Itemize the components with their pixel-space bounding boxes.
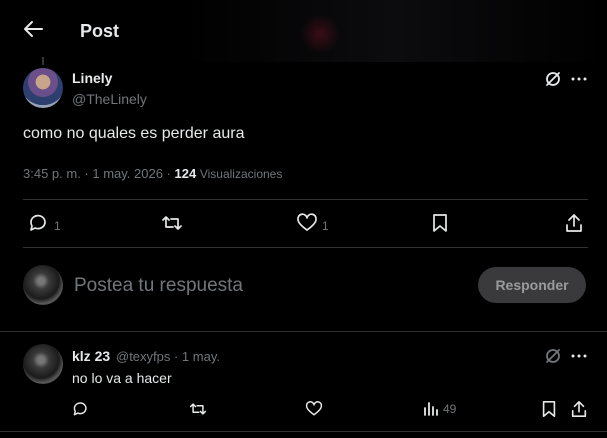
avatar[interactable] (23, 68, 63, 108)
share-icon (570, 400, 588, 418)
reply-count: 1 (54, 219, 61, 233)
back-arrow-icon[interactable] (20, 18, 46, 40)
like-count: 1 (322, 219, 329, 233)
author-name[interactable]: Linely (72, 70, 112, 86)
reply-button[interactable]: Responder (478, 267, 586, 303)
header-background-glow (300, 14, 340, 54)
thread-line (42, 57, 44, 65)
share-action[interactable] (570, 400, 588, 418)
reply-input[interactable]: Postea tu respuesta (74, 275, 243, 297)
share-action[interactable] (564, 213, 584, 233)
post-text: como no quales es perder aura (23, 125, 245, 142)
views-label: Visualizaciones (199, 167, 283, 181)
repost-action[interactable] (189, 400, 207, 418)
divider (0, 331, 607, 332)
author-handle[interactable]: @TheLinely (72, 91, 147, 107)
reply-text: no lo va a hacer (72, 370, 172, 386)
reply-icon (28, 213, 50, 233)
bookmark-icon (430, 213, 450, 233)
post-meta: 3:45 p. m. · 1 may. 2026 · 124 Visualiza… (23, 166, 282, 181)
like-icon (305, 400, 323, 418)
repost-icon (189, 400, 207, 418)
bookmark-icon (540, 400, 558, 418)
repost-icon (161, 213, 183, 233)
views-action[interactable]: 49 (423, 401, 456, 417)
post-timestamp[interactable]: 3:45 p. m. · 1 may. 2026 · (23, 166, 171, 181)
share-icon (564, 213, 584, 233)
views-icon (423, 401, 439, 417)
reply-author-handle[interactable]: @texyfps · 1 may. (116, 349, 220, 364)
composer-avatar (23, 265, 63, 305)
views-count: 49 (443, 402, 457, 416)
divider (23, 199, 588, 200)
like-action[interactable] (305, 400, 323, 418)
bookmark-action[interactable] (430, 213, 450, 233)
page-title: Post (80, 21, 120, 41)
reply-action[interactable] (72, 400, 90, 418)
divider (0, 431, 607, 432)
grok-icon[interactable] (544, 347, 562, 370)
reply-action[interactable]: 1 (28, 213, 61, 233)
reply-author-name[interactable]: klz 23 (72, 348, 110, 364)
like-icon (296, 213, 318, 233)
reply-icon (72, 400, 90, 418)
views-count[interactable]: 124 (175, 166, 197, 181)
bookmark-action[interactable] (540, 400, 558, 418)
header-background-blur (180, 0, 607, 62)
repost-action[interactable] (161, 213, 183, 233)
grok-icon[interactable] (544, 70, 562, 93)
like-action[interactable]: 1 (296, 213, 329, 233)
reply-avatar[interactable] (23, 344, 63, 384)
more-icon[interactable] (571, 72, 587, 91)
header-bar: Post (0, 0, 607, 62)
more-icon[interactable] (571, 349, 587, 368)
divider (23, 247, 588, 248)
